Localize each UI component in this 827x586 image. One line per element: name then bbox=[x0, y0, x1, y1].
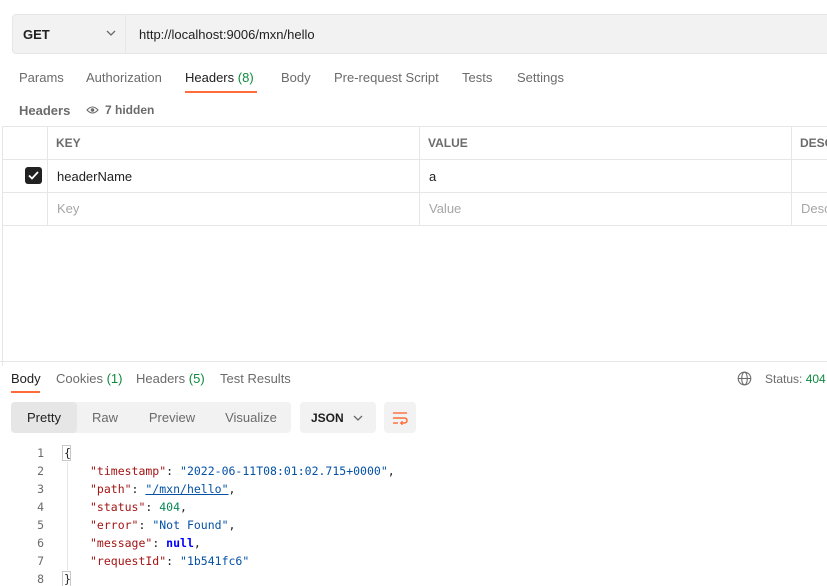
headers-count: (8) bbox=[237, 70, 254, 85]
response-status: Status: 404 bbox=[765, 372, 826, 386]
line-number: 1 bbox=[37, 446, 44, 460]
eye-icon bbox=[86, 106, 99, 114]
line-number: 6 bbox=[37, 536, 44, 550]
header-enabled-checkbox[interactable] bbox=[25, 167, 42, 184]
line-number: 7 bbox=[37, 554, 44, 568]
status-code: 404 bbox=[805, 372, 826, 386]
active-tab-indicator bbox=[185, 91, 257, 93]
table-border bbox=[791, 126, 792, 225]
code-line: "message": null, bbox=[90, 536, 201, 550]
line-number: 8 bbox=[37, 572, 44, 586]
check-icon bbox=[28, 171, 39, 180]
view-visualize-button[interactable]: Visualize bbox=[211, 402, 291, 433]
line-number: 3 bbox=[37, 482, 44, 496]
panel-border bbox=[2, 126, 3, 366]
method-label: GET bbox=[23, 26, 50, 42]
tab-tests[interactable]: Tests bbox=[462, 70, 492, 85]
view-pretty-button[interactable]: Pretty bbox=[11, 402, 77, 433]
tab-settings[interactable]: Settings bbox=[517, 70, 564, 85]
view-preview-button[interactable]: Preview bbox=[133, 402, 211, 433]
chevron-down-icon bbox=[353, 415, 363, 421]
column-header-value: VALUE bbox=[428, 136, 468, 150]
table-border bbox=[3, 159, 827, 160]
response-tab-headers[interactable]: Headers (5) bbox=[136, 371, 205, 386]
format-label: JSON bbox=[311, 410, 344, 425]
column-header-key: KEY bbox=[56, 136, 81, 150]
line-number: 4 bbox=[37, 500, 44, 514]
header-key-cell[interactable]: headerName bbox=[57, 169, 132, 184]
wrap-lines-icon bbox=[393, 411, 408, 425]
code-line: "timestamp": "2022-06-11T08:01:02.715+00… bbox=[90, 464, 395, 478]
table-border bbox=[3, 126, 827, 127]
hidden-headers-label: 7 hidden bbox=[105, 103, 155, 117]
method-select[interactable]: GET bbox=[13, 15, 126, 53]
line-number: 2 bbox=[37, 464, 44, 478]
code-line: "status": 404, bbox=[90, 500, 187, 514]
response-tab-body[interactable]: Body bbox=[11, 371, 41, 386]
view-raw-button[interactable]: Raw bbox=[77, 402, 133, 433]
code-line: "error": "Not Found", bbox=[90, 518, 236, 532]
indent-guide bbox=[67, 462, 68, 570]
bracket-highlight bbox=[62, 571, 71, 586]
format-select[interactable]: JSON bbox=[300, 402, 376, 433]
tab-authorization[interactable]: Authorization bbox=[86, 70, 162, 85]
headers-section-title: Headers bbox=[19, 103, 71, 118]
url-input[interactable]: http://localhost:9006/mxn/hello bbox=[139, 15, 315, 53]
tab-body[interactable]: Body bbox=[281, 70, 311, 85]
table-border bbox=[3, 225, 827, 226]
response-tab-cookies[interactable]: Cookies (1) bbox=[56, 371, 122, 386]
request-bar: GET http://localhost:9006/mxn/hello bbox=[12, 14, 827, 54]
new-description-input[interactable]: Desc bbox=[801, 201, 827, 216]
table-border bbox=[419, 126, 420, 225]
response-divider bbox=[0, 361, 827, 362]
globe-icon[interactable] bbox=[737, 371, 752, 386]
column-header-description: DESC bbox=[800, 136, 827, 150]
bracket-highlight bbox=[62, 445, 71, 461]
new-key-input[interactable]: Key bbox=[57, 201, 79, 216]
tab-params[interactable]: Params bbox=[19, 70, 64, 85]
code-line: "path": "/mxn/hello", bbox=[90, 482, 236, 496]
table-border bbox=[3, 192, 827, 193]
line-number: 5 bbox=[37, 518, 44, 532]
tab-headers[interactable]: Headers (8) bbox=[185, 70, 254, 85]
wrap-lines-button[interactable] bbox=[384, 402, 416, 433]
tab-pre-request-script[interactable]: Pre-request Script bbox=[334, 70, 439, 85]
path-link[interactable]: "/mxn/hello" bbox=[145, 482, 228, 496]
response-body-viewer[interactable]: 1 { 2 "timestamp": "2022-06-11T08:01:02.… bbox=[0, 445, 827, 586]
chevron-down-icon bbox=[106, 30, 116, 36]
header-value-cell[interactable]: a bbox=[429, 169, 436, 184]
code-line: "requestId": "1b541fc6" bbox=[90, 554, 250, 568]
new-value-input[interactable]: Value bbox=[429, 201, 461, 216]
response-active-tab-indicator bbox=[11, 391, 40, 393]
table-border bbox=[47, 126, 48, 225]
hidden-headers-toggle[interactable]: 7 hidden bbox=[86, 103, 154, 117]
view-mode-selector: Pretty Raw Preview Visualize bbox=[11, 402, 291, 433]
response-tab-test-results[interactable]: Test Results bbox=[220, 371, 291, 386]
